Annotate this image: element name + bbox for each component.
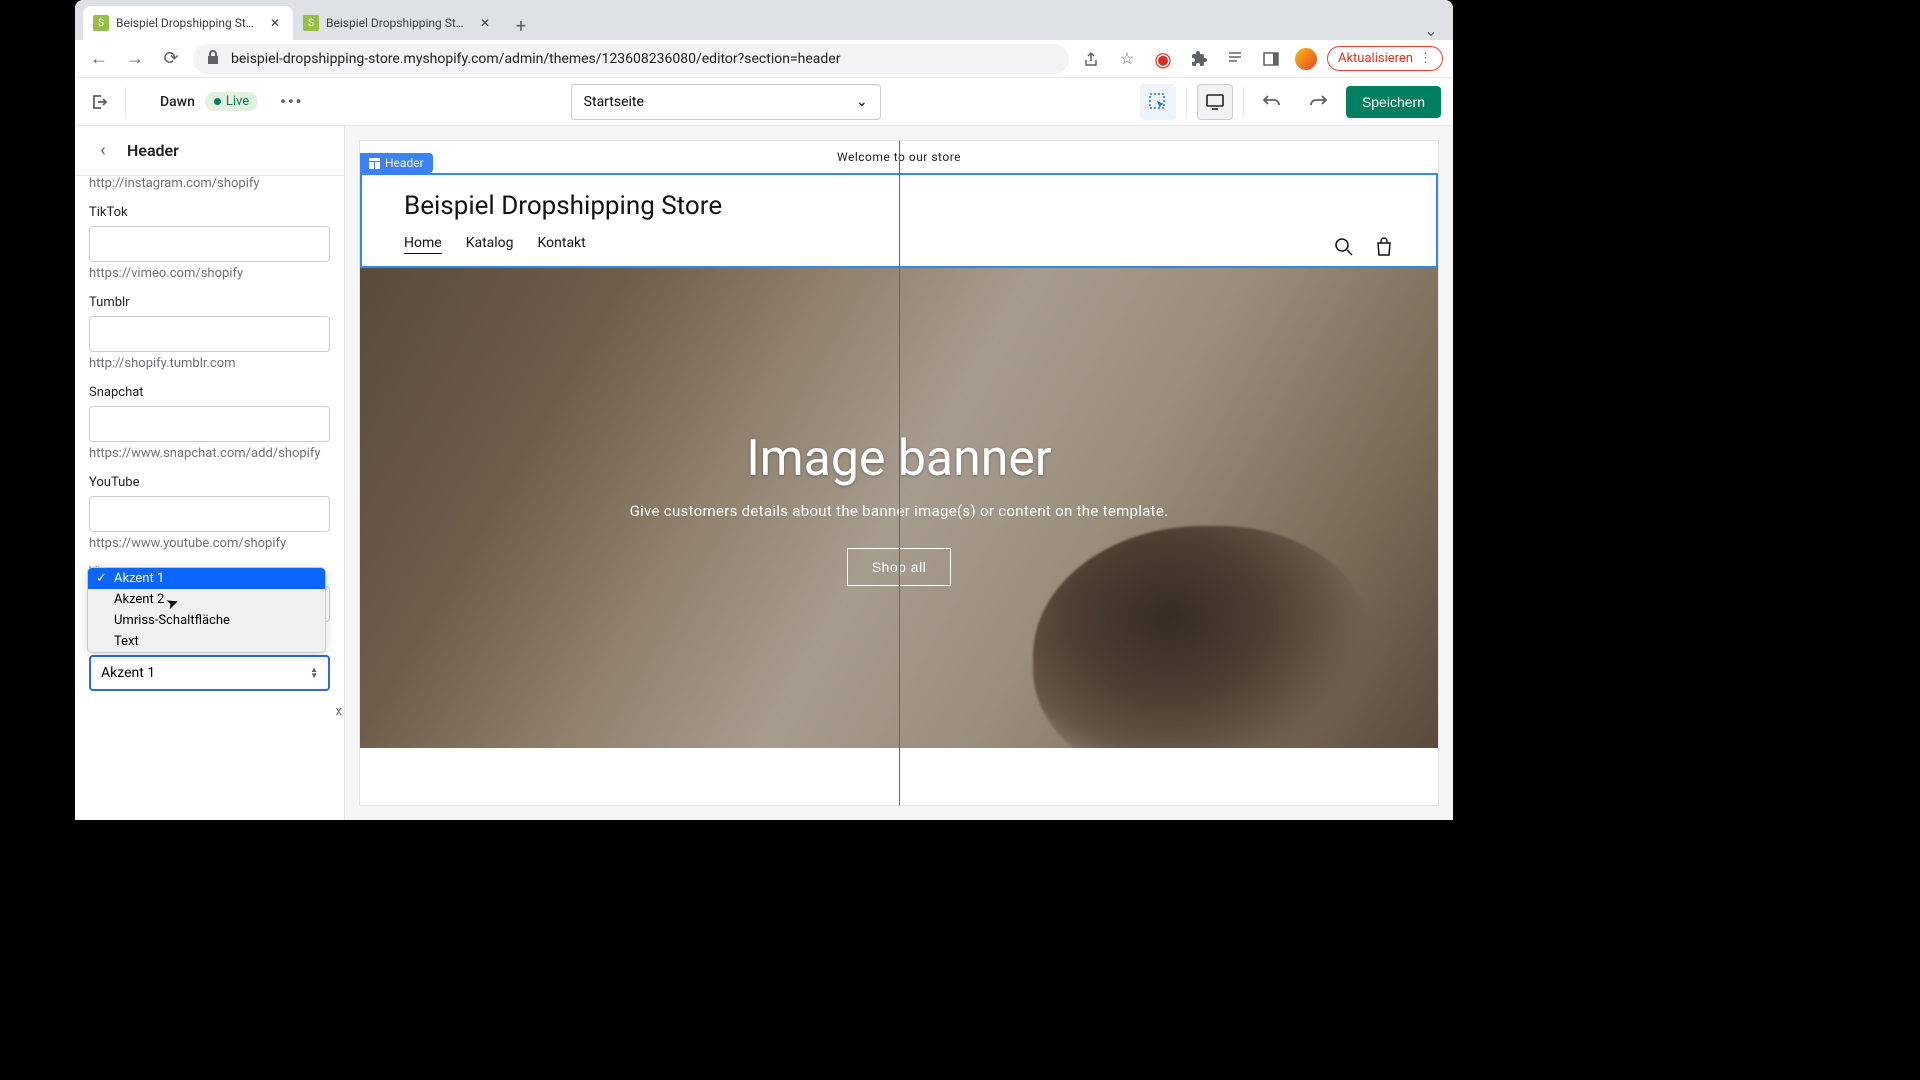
youtube-field-group: YouTube https://www.youtube.com/shopify (89, 475, 330, 551)
theme-editor: Dawn Live ••• Startseite ⌄ (75, 78, 1453, 820)
tab-title: Beispiel Dropshipping Store · D (116, 16, 260, 30)
field-hint: https://www.snapchat.com/add/shopify (89, 446, 330, 461)
forward-button[interactable]: → (121, 45, 149, 73)
tabs-overflow-button[interactable]: ⌄ (1417, 21, 1445, 40)
tab-strip: S Beispiel Dropshipping Store · D ✕ S Be… (75, 0, 1453, 40)
field-hint: http://instagram.com/shopify (89, 176, 330, 191)
back-button[interactable]: ← (85, 45, 113, 73)
lock-icon (207, 50, 221, 68)
select-value: Akzent 1 (101, 665, 155, 681)
dropdown-option[interactable]: Text (88, 631, 325, 652)
tumblr-input[interactable] (89, 316, 330, 352)
section-tag[interactable]: Header (360, 153, 433, 173)
profile-avatar[interactable] (1293, 46, 1319, 72)
share-icon[interactable] (1077, 45, 1105, 73)
chevron-down-icon: ⌄ (856, 94, 868, 110)
reload-button[interactable]: ⟳ (157, 45, 185, 73)
dropdown-option[interactable]: Akzent 1 (88, 568, 325, 589)
search-icon[interactable] (1334, 237, 1354, 261)
tab-title: Beispiel Dropshipping Store · E (326, 16, 470, 30)
inspector-button[interactable] (1140, 84, 1176, 120)
sidebar: ‹ Header http://instagram.com/shopify Ti… (75, 126, 345, 820)
preview-frame: Header Welcome to our store Beispiel Dro… (359, 140, 1439, 806)
divider (1243, 87, 1244, 117)
tumblr-field-group: Tumblr http://shopify.tumblr.com (89, 295, 330, 371)
select-button[interactable]: Akzent 1 ▲▼ (89, 655, 330, 691)
browser-tab[interactable]: S Beispiel Dropshipping Store · D ✕ (83, 6, 293, 40)
section-icon (369, 158, 380, 169)
top-actions: Speichern (1140, 84, 1441, 120)
field-hint: https://www.youtube.com/shopify (89, 536, 330, 551)
select-arrows-icon: ▲▼ (310, 667, 318, 679)
snapchat-input[interactable] (89, 406, 330, 442)
sidebar-title: Header (127, 141, 179, 160)
editor-top-bar: Dawn Live ••• Startseite ⌄ (75, 78, 1453, 126)
workspace: ‹ Header http://instagram.com/shopify Ti… (75, 126, 1453, 820)
sidebar-content: http://instagram.com/shopify TikTok http… (75, 176, 344, 820)
more-actions-button[interactable]: ••• (272, 88, 311, 115)
youtube-input[interactable] (89, 496, 330, 532)
live-dot-icon (214, 98, 221, 105)
extensions-icon[interactable] (1185, 45, 1213, 73)
new-tab-button[interactable]: + (507, 12, 535, 40)
close-icon[interactable]: ✕ (477, 15, 493, 31)
close-icon[interactable]: ✕ (267, 15, 283, 31)
select-dropdown-menu: Akzent 1 Akzent 2 Umriss-Schaltfläche Te… (87, 567, 326, 653)
tiktok-input[interactable] (89, 226, 330, 262)
tiktok-field-group: TikTok https://vimeo.com/shopify (89, 205, 330, 281)
preview-pane: Header Welcome to our store Beispiel Dro… (345, 126, 1453, 820)
browser-window: S Beispiel Dropshipping Store · D ✕ S Be… (75, 0, 1453, 820)
url-actions: ☆ ◉ Aktualisieren ⋮ (1077, 45, 1443, 73)
center-guide (899, 141, 900, 805)
nav-link-katalog[interactable]: Katalog (466, 235, 514, 254)
sidepanel-icon[interactable] (1257, 45, 1285, 73)
dropdown-option[interactable]: Umriss-Schaltfläche (88, 610, 325, 631)
reading-list-icon[interactable] (1221, 45, 1249, 73)
header-icons (1334, 237, 1394, 261)
dropdown-option[interactable]: Akzent 2 (88, 589, 325, 610)
divider (125, 87, 126, 117)
bookmark-icon[interactable]: ☆ (1113, 45, 1141, 73)
redo-button[interactable] (1300, 84, 1336, 120)
snapchat-label: Snapchat (89, 385, 330, 400)
field-hint: http://shopify.tumblr.com (89, 356, 330, 371)
undo-button[interactable] (1254, 84, 1290, 120)
desktop-view-button[interactable] (1197, 84, 1233, 120)
url-text: beispiel-dropshipping-store.myshopify.co… (231, 51, 840, 67)
snapchat-field-group: Snapchat https://www.snapchat.com/add/sh… (89, 385, 330, 461)
address-bar[interactable]: beispiel-dropshipping-store.myshopify.co… (193, 44, 1069, 74)
update-button[interactable]: Aktualisieren ⋮ (1327, 46, 1443, 71)
adblock-icon[interactable]: ◉ (1149, 45, 1177, 73)
live-badge: Live (205, 92, 258, 111)
sidebar-header: ‹ Header (75, 126, 344, 176)
partial-text: x (336, 704, 342, 719)
shopify-favicon-icon: S (303, 15, 319, 31)
color-scheme-select: Akzent 1 Akzent 2 Umriss-Schaltfläche Te… (89, 655, 330, 691)
exit-editor-button[interactable] (87, 90, 111, 114)
divider (1186, 87, 1187, 117)
nav-link-kontakt[interactable]: Kontakt (538, 235, 586, 254)
browser-tab[interactable]: S Beispiel Dropshipping Store · E ✕ (293, 6, 503, 40)
page-selector[interactable]: Startseite ⌄ (571, 84, 881, 120)
tumblr-label: Tumblr (89, 295, 330, 310)
save-button[interactable]: Speichern (1346, 86, 1441, 118)
cart-icon[interactable] (1374, 237, 1394, 261)
youtube-label: YouTube (89, 475, 330, 490)
url-bar: ← → ⟳ beispiel-dropshipping-store.myshop… (75, 40, 1453, 78)
sidebar-back-button[interactable]: ‹ (89, 137, 117, 165)
shopify-favicon-icon: S (93, 15, 109, 31)
page-selector-value: Startseite (584, 94, 644, 110)
theme-name: Dawn (160, 94, 195, 110)
field-hint: https://vimeo.com/shopify (89, 266, 330, 281)
tiktok-label: TikTok (89, 205, 330, 220)
nav-link-home[interactable]: Home (404, 235, 442, 254)
kebab-icon: ⋮ (1419, 51, 1432, 66)
